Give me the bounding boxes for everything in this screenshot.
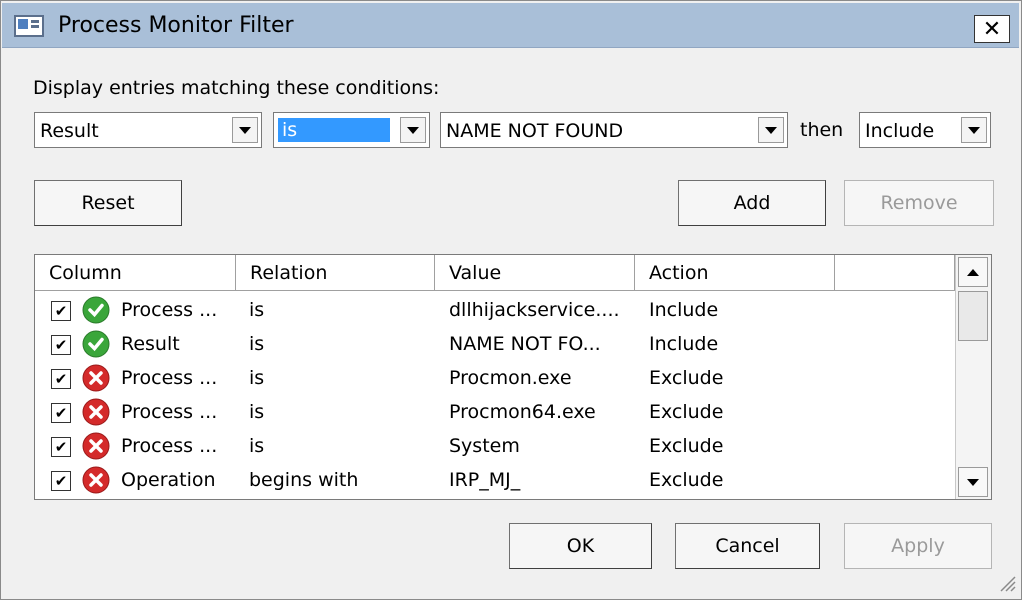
row-checkbox[interactable]: ✔ <box>51 471 71 491</box>
cell-action: Include <box>649 299 719 321</box>
chevron-down-icon[interactable] <box>232 117 258 143</box>
cell-action: Exclude <box>649 469 724 491</box>
scroll-up-icon[interactable] <box>958 257 988 287</box>
include-icon <box>82 330 110 358</box>
cell-action: Include <box>649 333 719 355</box>
action-select[interactable]: Include <box>859 112 991 148</box>
cell-column: Process ... <box>121 367 218 389</box>
column-header-relation[interactable]: Relation <box>236 255 435 291</box>
exclude-icon <box>82 466 110 494</box>
column-select[interactable]: Result <box>34 112 262 148</box>
ok-button[interactable]: OK <box>509 523 652 569</box>
cell-relation: begins with <box>249 469 359 491</box>
chevron-down-icon[interactable] <box>961 117 987 143</box>
include-icon <box>82 296 110 324</box>
add-button[interactable]: Add <box>678 180 826 226</box>
remove-button[interactable]: Remove <box>844 180 994 226</box>
cell-column: Process ... <box>121 435 218 457</box>
window-app-icon <box>14 15 44 37</box>
chevron-down-icon[interactable] <box>400 117 426 143</box>
cell-value: System <box>449 435 520 457</box>
cell-value: NAME NOT FO... <box>449 333 601 355</box>
cell-action: Exclude <box>649 435 724 457</box>
column-header-value[interactable]: Value <box>435 255 635 291</box>
cell-relation: is <box>249 401 265 423</box>
cell-column: Process ... <box>121 299 218 321</box>
filter-table: Column Relation Value Action ✔ Process ..… <box>34 254 992 500</box>
table-row[interactable]: ✔ Process ... is System Exclude <box>35 429 955 463</box>
cell-value: Procmon.exe <box>449 367 572 389</box>
cell-column: Result <box>121 333 180 355</box>
table-row[interactable]: ✔ Process ... is Procmon.exe Exclude <box>35 361 955 395</box>
exclude-icon <box>82 398 110 426</box>
chevron-down-icon[interactable] <box>758 117 784 143</box>
process-monitor-filter-dialog: Process Monitor Filter ✕ Display entries… <box>0 0 1022 600</box>
row-checkbox[interactable]: ✔ <box>51 403 71 423</box>
table-row[interactable]: ✔ Process ... is Procmon64.exe Exclude <box>35 395 955 429</box>
window-title: Process Monitor Filter <box>58 13 294 38</box>
conditions-label: Display entries matching these condition… <box>33 77 440 99</box>
cell-value: dllhijackservice.... <box>449 299 620 321</box>
exclude-icon <box>82 432 110 460</box>
column-header-action[interactable]: Action <box>635 255 835 291</box>
reset-button[interactable]: Reset <box>34 180 182 226</box>
cell-action: Exclude <box>649 401 724 423</box>
then-label: then <box>800 119 844 141</box>
title-bar[interactable]: Process Monitor Filter ✕ <box>2 3 1019 48</box>
cell-column: Process ... <box>121 401 218 423</box>
cell-relation: is <box>249 435 265 457</box>
resize-grip-icon[interactable] <box>995 571 1017 593</box>
apply-button[interactable]: Apply <box>844 523 992 569</box>
cell-column: Operation <box>121 469 216 491</box>
close-button[interactable]: ✕ <box>974 15 1010 43</box>
cell-action: Exclude <box>649 367 724 389</box>
row-checkbox[interactable]: ✔ <box>51 301 71 321</box>
table-header: Column Relation Value Action <box>35 255 955 291</box>
scroll-down-icon[interactable] <box>958 467 988 497</box>
row-checkbox[interactable]: ✔ <box>51 335 71 355</box>
value-select-value: NAME NOT FOUND <box>446 120 624 142</box>
relation-select[interactable]: is <box>273 112 430 148</box>
value-select[interactable]: NAME NOT FOUND <box>440 112 788 148</box>
column-header-column[interactable]: Column <box>35 255 236 291</box>
exclude-icon <box>82 364 110 392</box>
cell-relation: is <box>249 299 265 321</box>
cell-relation: is <box>249 333 265 355</box>
column-header-extra <box>835 255 955 291</box>
table-row[interactable]: ✔ Operation begins with IRP_MJ_ Exclude <box>35 463 955 497</box>
scroll-thumb[interactable] <box>958 291 988 341</box>
cancel-button[interactable]: Cancel <box>675 523 820 569</box>
relation-select-value: is <box>278 118 390 142</box>
vertical-scrollbar[interactable] <box>955 255 991 499</box>
cell-relation: is <box>249 367 265 389</box>
table-row[interactable]: ✔ Result is NAME NOT FO... Include <box>35 327 955 361</box>
action-select-value: Include <box>865 120 935 142</box>
row-checkbox[interactable]: ✔ <box>51 437 71 457</box>
row-checkbox[interactable]: ✔ <box>51 369 71 389</box>
cell-value: IRP_MJ_ <box>449 469 521 491</box>
column-select-value: Result <box>40 120 99 142</box>
table-row[interactable]: ✔ Process ... is dllhijackservice.... Includ… <box>35 293 955 327</box>
cell-value: Procmon64.exe <box>449 401 596 423</box>
